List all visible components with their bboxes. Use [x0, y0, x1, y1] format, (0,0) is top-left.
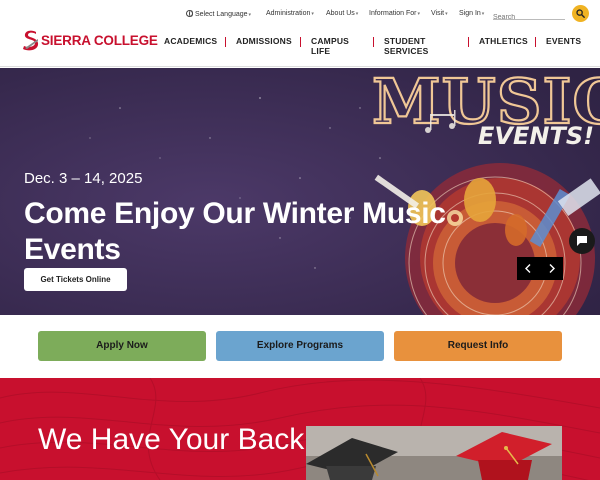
utility-link-label: Sign In — [459, 10, 481, 17]
utility-link-label: Administration — [266, 10, 311, 17]
utility-bar: Select Language▾ Administration▾ About U… — [0, 0, 600, 27]
chevron-down-icon: ▾ — [445, 11, 448, 17]
nav-academics[interactable]: ACADEMICS — [164, 36, 217, 47]
globe-icon — [186, 10, 193, 17]
feature-title: We Have Your Back — [38, 423, 305, 456]
nav-divider — [373, 37, 374, 47]
request-info-button[interactable]: Request Info — [394, 331, 562, 361]
nav-divider — [225, 37, 226, 47]
carousel-prev-button[interactable] — [517, 257, 540, 280]
logo-mark-icon — [23, 30, 39, 51]
nav-athletics[interactable]: ATHLETICS — [479, 36, 528, 47]
utility-link-label: About Us — [326, 10, 355, 17]
sierra-college-logo[interactable]: SIERRA COLLEGE — [22, 29, 158, 51]
nav-admissions[interactable]: ADMISSIONS — [236, 36, 292, 47]
nav-divider — [535, 37, 536, 47]
chevron-right-icon — [549, 264, 555, 273]
art-events-word: EVENTS! — [478, 122, 594, 150]
chat-bubble-icon — [577, 236, 587, 246]
logo-text: SIERRA COLLEGE — [41, 32, 158, 48]
get-tickets-button[interactable]: Get Tickets Online — [24, 268, 127, 291]
search-icon — [576, 9, 585, 18]
hero-title: Come Enjoy Our Winter Music Events — [24, 197, 446, 266]
utility-link-label: Information For — [369, 10, 417, 17]
language-label: Select Language — [195, 11, 248, 18]
chevron-down-icon: ▾ — [417, 11, 420, 17]
search-field — [493, 6, 565, 24]
chevron-down-icon: ▾ — [311, 11, 314, 17]
chevron-down-icon: ▾ — [248, 12, 252, 18]
graduation-photo — [306, 426, 562, 480]
utility-link-about-us[interactable]: About Us▾ — [326, 10, 358, 17]
utility-link-information-for[interactable]: Information For▾ — [369, 10, 420, 17]
hero-banner: MUSIC EVENTS! Dec. 3 – 14, 2025 Come Enj… — [0, 68, 600, 315]
search-input[interactable] — [493, 11, 565, 24]
nav-divider — [300, 37, 301, 47]
graduation-caps-image — [306, 426, 562, 480]
chevron-left-icon — [525, 264, 531, 273]
language-selector[interactable]: Select Language▾ — [186, 10, 251, 18]
search-button[interactable] — [572, 5, 589, 22]
utility-link-sign-in[interactable]: Sign In▾ — [459, 10, 484, 17]
explore-programs-button[interactable]: Explore Programs — [216, 331, 384, 361]
utility-link-visit[interactable]: Visit▾ — [431, 10, 448, 17]
apply-now-button[interactable]: Apply Now — [38, 331, 206, 361]
utility-link-administration[interactable]: Administration▾ — [266, 10, 314, 17]
chat-button[interactable] — [569, 228, 595, 254]
quick-links: Apply Now Explore Programs Request Info — [0, 315, 600, 378]
carousel-next-button[interactable] — [540, 257, 563, 280]
nav-student-services[interactable]: STUDENT SERVICES — [384, 36, 444, 56]
main-header: SIERRA COLLEGE ACADEMICS ADMISSIONS CAMP… — [0, 27, 600, 67]
nav-campus-life[interactable]: CAMPUS LIFE — [311, 36, 359, 56]
utility-link-label: Visit — [431, 10, 445, 17]
chevron-down-icon: ▾ — [355, 11, 359, 17]
event-date: Dec. 3 – 14, 2025 — [24, 170, 143, 187]
nav-events[interactable]: EVENTS — [546, 36, 581, 47]
nav-divider — [468, 37, 469, 47]
feature-section: We Have Your Back — [0, 378, 600, 480]
chevron-down-icon: ▾ — [481, 11, 485, 17]
